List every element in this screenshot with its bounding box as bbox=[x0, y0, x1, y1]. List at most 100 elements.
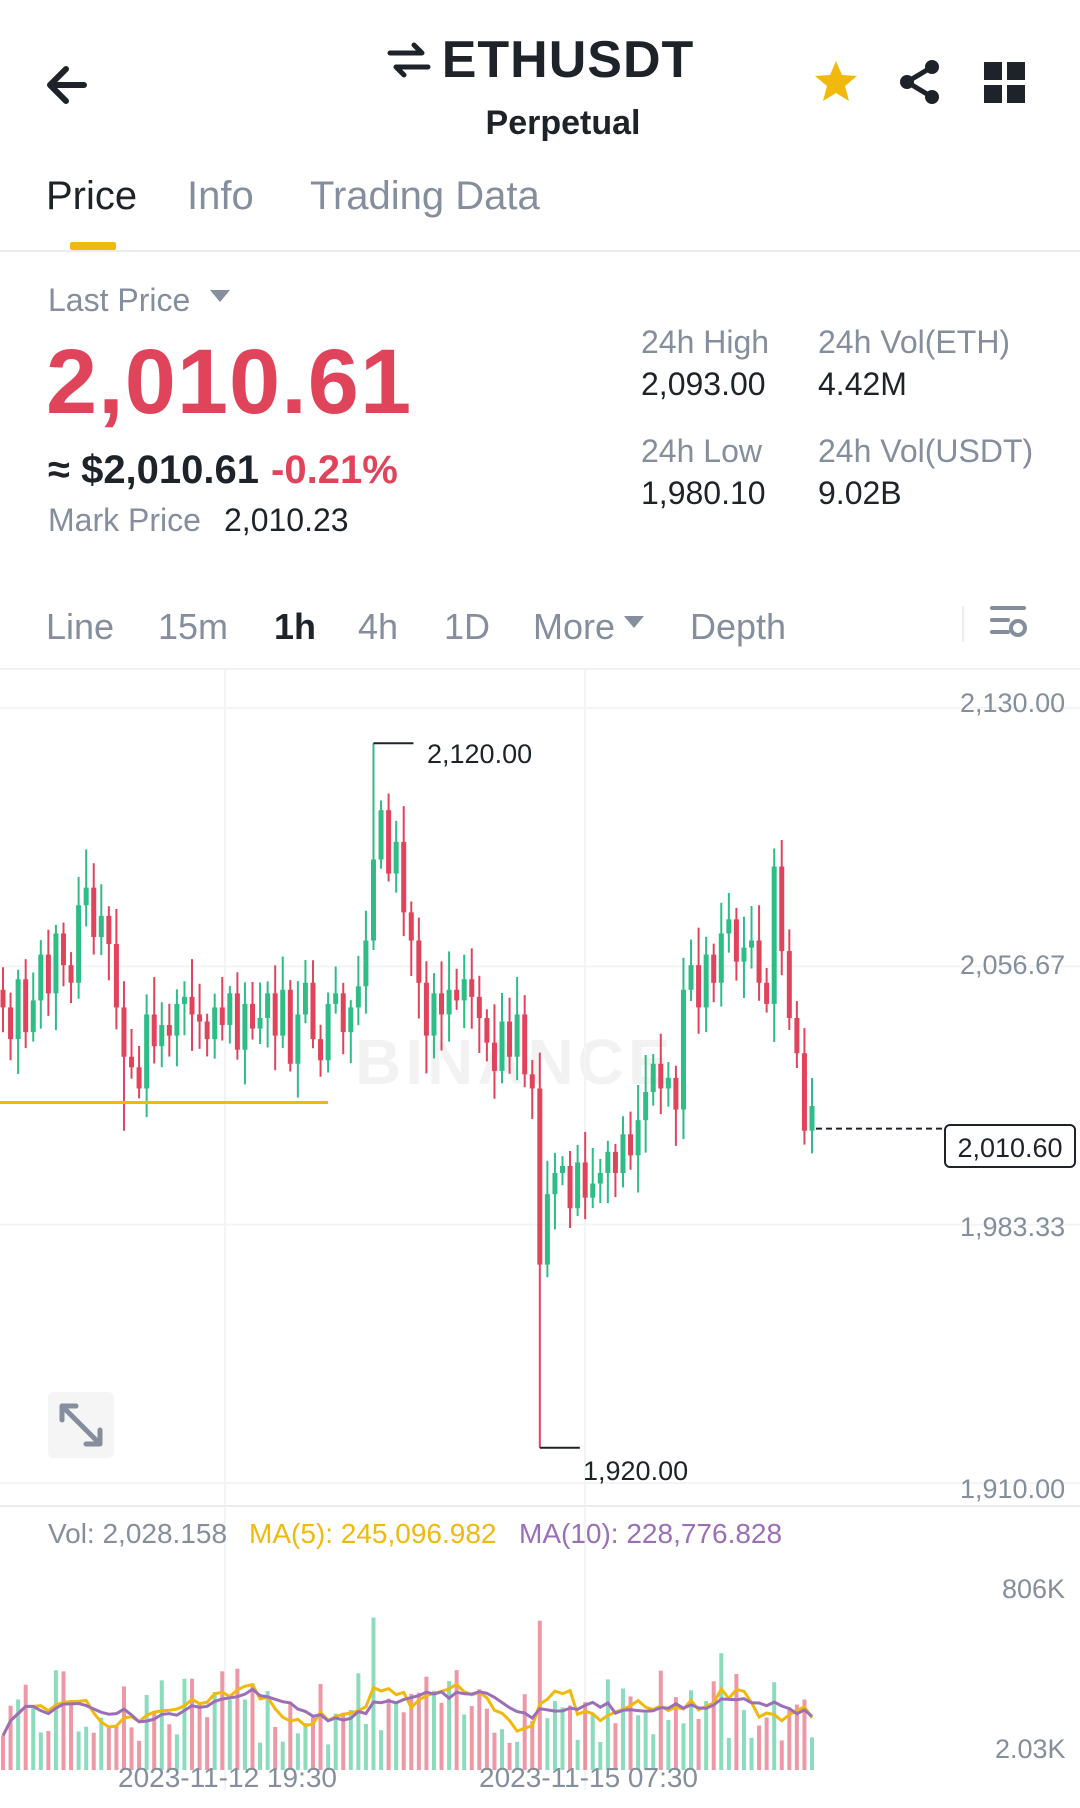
tab-info[interactable]: Info bbox=[187, 174, 254, 219]
volume-bar bbox=[560, 1707, 565, 1770]
last-price-dropdown[interactable]: Last Price bbox=[48, 282, 190, 319]
candle bbox=[711, 954, 717, 983]
candle bbox=[567, 1165, 573, 1209]
24h-high-label: 24h High bbox=[641, 324, 770, 360]
candle bbox=[514, 1014, 520, 1057]
candle bbox=[151, 1014, 157, 1047]
star-icon[interactable] bbox=[812, 58, 860, 106]
candle bbox=[393, 841, 399, 874]
mark-price-value: 2,010.23 bbox=[224, 502, 349, 538]
interval-1h[interactable]: 1h bbox=[274, 606, 316, 648]
volume-bar bbox=[356, 1673, 361, 1770]
candle bbox=[166, 1025, 172, 1036]
chart-settings-icon[interactable] bbox=[988, 600, 1030, 642]
24h-vol-eth-label: 24h Vol(ETH) bbox=[818, 324, 1011, 360]
volume-bar bbox=[620, 1688, 625, 1770]
candle bbox=[15, 979, 21, 1040]
divider bbox=[962, 606, 964, 642]
interval-depth[interactable]: Depth bbox=[690, 606, 786, 648]
interval-line[interactable]: Line bbox=[46, 606, 114, 648]
volume-bar bbox=[522, 1694, 527, 1770]
volume-bar bbox=[288, 1703, 293, 1770]
caret-down-icon[interactable] bbox=[210, 290, 230, 302]
candle bbox=[91, 887, 97, 937]
volume-bar bbox=[106, 1726, 111, 1770]
candle bbox=[582, 1162, 588, 1198]
candle bbox=[476, 996, 482, 1018]
expand-icon[interactable] bbox=[48, 1392, 114, 1458]
candle bbox=[250, 1003, 256, 1029]
candle bbox=[469, 979, 475, 997]
volume-bar bbox=[53, 1670, 58, 1770]
candle bbox=[280, 989, 286, 1036]
candle bbox=[60, 933, 66, 966]
candle bbox=[696, 965, 702, 1008]
interval-1d[interactable]: 1D bbox=[444, 606, 490, 648]
candle bbox=[484, 1018, 490, 1043]
interval-15m[interactable]: 15m bbox=[158, 606, 228, 648]
more-caret-icon[interactable] bbox=[624, 616, 644, 628]
volume-bar bbox=[764, 1717, 769, 1770]
candle bbox=[348, 1007, 354, 1033]
candle bbox=[680, 989, 686, 1110]
candle bbox=[212, 1007, 218, 1040]
volume-label: Vol: 2,028.158 bbox=[48, 1518, 228, 1549]
candle bbox=[446, 989, 452, 1015]
volume-bar bbox=[605, 1679, 610, 1770]
candle bbox=[650, 1063, 656, 1092]
usd-approx-price: ≈ $2,010.61 bbox=[48, 448, 260, 492]
min-price-label: 1,920.00 bbox=[583, 1456, 689, 1486]
volume-bar bbox=[235, 1668, 240, 1770]
candle bbox=[764, 982, 770, 1004]
volume-bar bbox=[220, 1671, 225, 1770]
candle bbox=[726, 919, 732, 934]
contract-type: Perpetual bbox=[485, 104, 641, 142]
grid-icon[interactable] bbox=[984, 62, 1026, 104]
candle bbox=[688, 965, 694, 990]
volume-bar bbox=[144, 1695, 149, 1770]
volume-bar bbox=[38, 1732, 43, 1770]
candle bbox=[499, 1021, 505, 1071]
candle bbox=[537, 1088, 543, 1265]
24h-low-value: 1,980.10 bbox=[641, 475, 766, 511]
candle bbox=[378, 810, 384, 860]
candle bbox=[144, 1014, 150, 1089]
24h-vol-eth-value: 4.42M bbox=[818, 366, 907, 402]
candle bbox=[416, 940, 422, 983]
volume-bar bbox=[46, 1731, 51, 1770]
candle bbox=[673, 1077, 679, 1110]
interval-4h[interactable]: 4h bbox=[358, 606, 398, 648]
tab-trading-data[interactable]: Trading Data bbox=[310, 174, 540, 219]
candlestick-chart[interactable] bbox=[0, 670, 1080, 1808]
volume-bar bbox=[711, 1681, 716, 1770]
volume-bar bbox=[416, 1692, 421, 1770]
volume-bar bbox=[99, 1717, 104, 1770]
volume-bar bbox=[121, 1686, 126, 1770]
interval-more[interactable]: More bbox=[533, 606, 615, 648]
share-icon[interactable] bbox=[896, 58, 944, 106]
candle bbox=[340, 993, 346, 1033]
usd-price-line: ≈ $2,010.61 -0.21% bbox=[48, 448, 398, 493]
tab-price[interactable]: Price bbox=[46, 174, 137, 219]
candle bbox=[665, 1077, 671, 1089]
volume-bar bbox=[23, 1684, 28, 1770]
candle bbox=[749, 940, 755, 948]
swap-icon[interactable] bbox=[386, 37, 432, 83]
candle bbox=[439, 993, 445, 1015]
volume-bar bbox=[197, 1702, 202, 1770]
candle bbox=[106, 915, 112, 945]
candle bbox=[544, 1194, 550, 1265]
volume-bar bbox=[704, 1701, 709, 1770]
candle bbox=[257, 1018, 263, 1029]
candle bbox=[408, 912, 414, 941]
candle bbox=[620, 1134, 626, 1173]
candle bbox=[522, 1014, 528, 1075]
volume-bar bbox=[719, 1653, 724, 1770]
volume-bar bbox=[76, 1731, 81, 1770]
candle bbox=[83, 887, 89, 906]
candle bbox=[423, 982, 429, 1036]
candle bbox=[786, 951, 792, 1018]
candle bbox=[756, 940, 762, 983]
volume-bar bbox=[757, 1725, 762, 1770]
volume-bar bbox=[61, 1671, 66, 1770]
